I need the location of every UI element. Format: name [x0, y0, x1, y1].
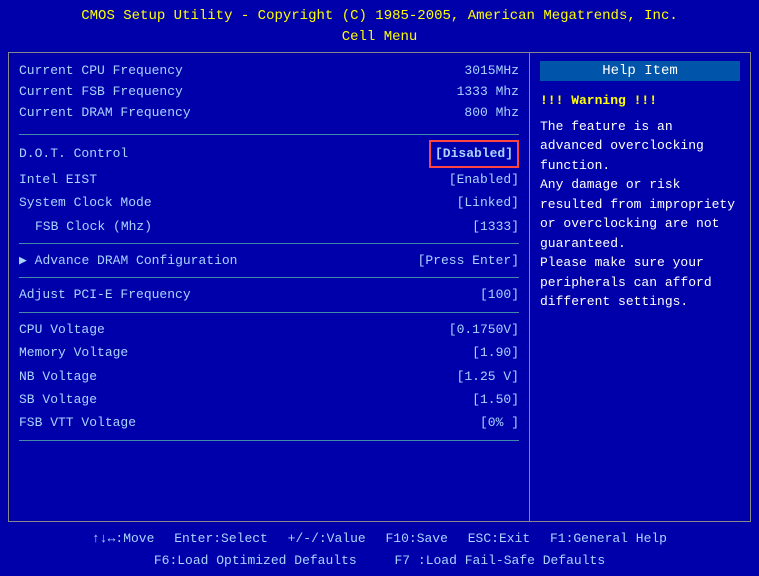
footer-exit: ESC:Exit [468, 531, 530, 546]
cpu-freq-row: Current CPU Frequency 3015MHz [19, 61, 519, 82]
nb-voltage-label: NB Voltage [19, 365, 97, 388]
mem-voltage-row[interactable]: Memory Voltage [1.90] [19, 341, 519, 364]
fsb-vtt-row[interactable]: FSB VTT Voltage [0% ] [19, 411, 519, 434]
footer-save: F10:Save [386, 531, 448, 546]
cpu-voltage-value: [0.1750V] [449, 318, 519, 341]
bios-screen: CMOS Setup Utility - Copyright (C) 1985-… [0, 0, 759, 576]
pcie-freq-row[interactable]: Adjust PCI-E Frequency [100] [19, 283, 519, 306]
title-line2: Cell Menu [0, 27, 759, 48]
dot-control-value: [Disabled] [429, 140, 519, 167]
divider-3 [19, 277, 519, 278]
footer-line2: F6:Load Optimized Defaults F7 :Load Fail… [8, 550, 751, 572]
footer-select: Enter:Select [174, 531, 268, 546]
sys-clock-mode-value: [Linked] [457, 191, 519, 214]
dram-freq-value: 800 Mhz [464, 103, 519, 124]
title-line1: CMOS Setup Utility - Copyright (C) 1985-… [0, 6, 759, 27]
nb-voltage-row[interactable]: NB Voltage [1.25 V] [19, 365, 519, 388]
dram-config-label: Advance DRAM Configuration [19, 249, 237, 272]
pcie-freq-label: Adjust PCI-E Frequency [19, 283, 191, 306]
left-panel: Current CPU Frequency 3015MHz Current FS… [9, 53, 530, 521]
footer-line1: ↑↓↔:Move Enter:Select +/-/:Value F10:Sav… [8, 528, 751, 550]
mem-voltage-label: Memory Voltage [19, 341, 128, 364]
fsb-clock-label: FSB Clock (Mhz) [19, 215, 152, 238]
fsb-vtt-value: [0% ] [480, 411, 519, 434]
nb-voltage-value: [1.25 V] [457, 365, 519, 388]
fsb-vtt-label: FSB VTT Voltage [19, 411, 136, 434]
fsb-freq-row: Current FSB Frequency 1333 Mhz [19, 82, 519, 103]
right-panel: Help Item !!! Warning !!! The feature is… [530, 53, 750, 521]
fsb-freq-label: Current FSB Frequency [19, 82, 183, 103]
footer-move: ↑↓↔:Move [92, 531, 154, 546]
dram-config-value: [Press Enter] [418, 249, 519, 272]
footer-help: F1:General Help [550, 531, 667, 546]
divider-5 [19, 440, 519, 441]
help-content: !!! Warning !!! The feature is an advanc… [540, 91, 740, 312]
cpu-freq-label: Current CPU Frequency [19, 61, 183, 82]
sb-voltage-row[interactable]: SB Voltage [1.50] [19, 388, 519, 411]
sb-voltage-value: [1.50] [472, 388, 519, 411]
help-body: The feature is an advanced overclocking … [540, 117, 740, 312]
cpu-voltage-label: CPU Voltage [19, 318, 105, 341]
footer-optimized: F6:Load Optimized Defaults [154, 553, 357, 568]
main-content: Current CPU Frequency 3015MHz Current FS… [8, 52, 751, 522]
dram-freq-label: Current DRAM Frequency [19, 103, 191, 124]
fsb-clock-row[interactable]: FSB Clock (Mhz) [1333] [19, 215, 519, 238]
dram-freq-row: Current DRAM Frequency 800 Mhz [19, 103, 519, 124]
dram-config-row[interactable]: Advance DRAM Configuration [Press Enter] [19, 249, 519, 272]
sys-clock-mode-row[interactable]: System Clock Mode [Linked] [19, 191, 519, 214]
dot-control-row[interactable]: D.O.T. Control [Disabled] [19, 140, 519, 167]
help-title: Help Item [540, 61, 740, 81]
footer: ↑↓↔:Move Enter:Select +/-/:Value F10:Sav… [0, 524, 759, 576]
fsb-freq-value: 1333 Mhz [457, 82, 519, 103]
dot-control-label: D.O.T. Control [19, 142, 128, 165]
divider-2 [19, 243, 519, 244]
fsb-clock-value: [1333] [472, 215, 519, 238]
mem-voltage-value: [1.90] [472, 341, 519, 364]
divider-4 [19, 312, 519, 313]
intel-eist-row[interactable]: Intel EIST [Enabled] [19, 168, 519, 191]
sb-voltage-label: SB Voltage [19, 388, 97, 411]
help-warning: !!! Warning !!! [540, 91, 740, 111]
intel-eist-value: [Enabled] [449, 168, 519, 191]
sys-clock-mode-label: System Clock Mode [19, 191, 152, 214]
title-bar: CMOS Setup Utility - Copyright (C) 1985-… [0, 0, 759, 50]
cpu-freq-value: 3015MHz [464, 61, 519, 82]
footer-failsafe: F7 :Load Fail-Safe Defaults [395, 553, 606, 568]
cpu-voltage-row[interactable]: CPU Voltage [0.1750V] [19, 318, 519, 341]
divider-1 [19, 134, 519, 135]
intel-eist-label: Intel EIST [19, 168, 97, 191]
footer-value: +/-/:Value [288, 531, 366, 546]
pcie-freq-value: [100] [480, 283, 519, 306]
info-block: Current CPU Frequency 3015MHz Current FS… [19, 61, 519, 123]
